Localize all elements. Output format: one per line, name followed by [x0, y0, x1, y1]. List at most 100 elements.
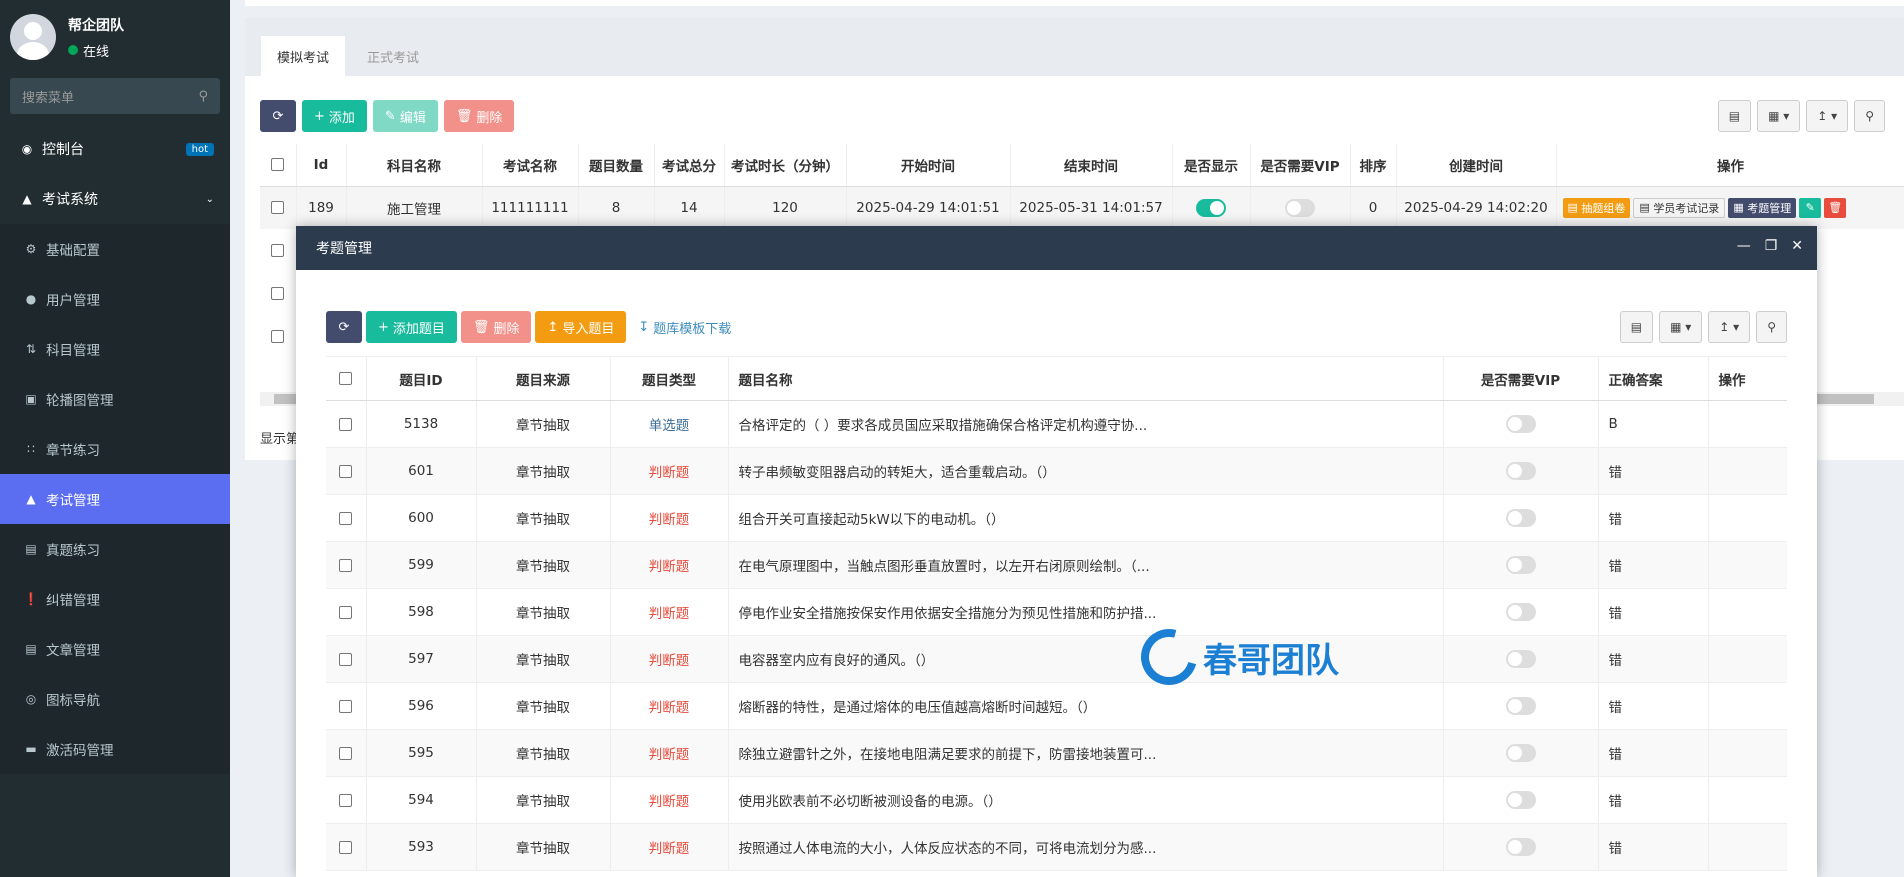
- table-row[interactable]: 601 章节抽取 判断题 转子串频敏变阻器启动的转矩大，适合重载启动。（） 错: [326, 447, 1787, 495]
- table-row[interactable]: 593 章节抽取 判断题 按照通过人体电流的大小，人体反应状态的不同，可将电流划分为感…: [326, 823, 1787, 871]
- col-type[interactable]: 题目类型: [610, 356, 729, 401]
- modal-export-button[interactable]: ↥ ▾: [1708, 311, 1751, 343]
- toggle-view-button[interactable]: ▤: [1717, 100, 1752, 132]
- add-question-button[interactable]: + 添加题目: [366, 311, 457, 343]
- col-exam-name[interactable]: 考试名称: [482, 144, 579, 187]
- col-visible[interactable]: 是否显示: [1172, 144, 1251, 187]
- avatar[interactable]: [10, 14, 56, 60]
- col-duration[interactable]: 考试时长（分钟）: [724, 144, 847, 187]
- vip-toggle[interactable]: [1505, 509, 1536, 527]
- vip-toggle[interactable]: [1505, 603, 1536, 621]
- exam-record-button[interactable]: ▤ 学员考试记录: [1633, 197, 1726, 218]
- vip-toggle[interactable]: [1285, 198, 1315, 217]
- col-sort[interactable]: 排序: [1350, 144, 1397, 187]
- table-row[interactable]: 599 章节抽取 判断题 在电气原理图中，当触点图形垂直放置时，以左开右闭原则绘制。（…: [326, 541, 1787, 589]
- export-button[interactable]: ↥ ▾: [1806, 100, 1849, 132]
- row-checkbox[interactable]: [339, 840, 353, 854]
- row-checkbox[interactable]: [271, 244, 285, 257]
- row-checkbox[interactable]: [339, 464, 353, 478]
- col-question-id[interactable]: 题目ID: [366, 356, 477, 401]
- table-row[interactable]: 600 章节抽取 判断题 组合开关可直接起动5kW以下的电动机。（） 错: [326, 494, 1787, 542]
- row-checkbox[interactable]: [339, 558, 353, 572]
- col-end-time[interactable]: 结束时间: [1010, 144, 1173, 187]
- col-answer[interactable]: 正确答案: [1598, 356, 1709, 401]
- edit-button[interactable]: ✎ 编辑: [372, 100, 438, 132]
- sidebar-item-activation-codes[interactable]: ▬ 激活码管理: [0, 724, 230, 774]
- col-vip[interactable]: 是否需要VIP: [1250, 144, 1351, 187]
- modal-search-button[interactable]: ⚲: [1756, 311, 1787, 343]
- draw-paper-button[interactable]: ▤ 抽题组卷: [1562, 197, 1631, 218]
- add-button[interactable]: + 添加: [302, 100, 367, 132]
- edit-row-button[interactable]: ✎: [1799, 197, 1822, 218]
- minimize-icon[interactable]: —: [1737, 238, 1751, 254]
- sidebar-item-exam-management[interactable]: ▲ 考试管理: [0, 474, 230, 524]
- question-manage-button[interactable]: ▦ 考题管理: [1728, 197, 1797, 218]
- sidebar-item-chapter-practice[interactable]: ∷ 章节练习: [0, 424, 230, 474]
- row-checkbox[interactable]: [339, 511, 353, 525]
- table-row[interactable]: 594 章节抽取 判断题 使用兆欧表前不必切断被测设备的电源。（） 错: [326, 776, 1787, 824]
- vip-toggle[interactable]: [1505, 744, 1536, 762]
- sidebar-item-corrections[interactable]: ❗ 纠错管理: [0, 574, 230, 624]
- sidebar-item-carousel[interactable]: ▣ 轮播图管理: [0, 374, 230, 424]
- template-download-link[interactable]: ↧ 题库模板下载: [630, 311, 739, 343]
- visible-toggle[interactable]: [1196, 198, 1226, 217]
- modal-delete-button[interactable]: 🗑 删除: [460, 311, 532, 343]
- row-checkbox[interactable]: [339, 652, 353, 666]
- delete-row-button[interactable]: 🗑: [1824, 197, 1847, 218]
- modal-toggle-view-button[interactable]: ▤: [1619, 311, 1654, 343]
- vip-toggle[interactable]: [1505, 415, 1536, 433]
- table-row[interactable]: 5138 章节抽取 单选题 合格评定的（ ）要求各成员国应采取措施确保合格评定机构遵守…: [326, 400, 1787, 448]
- sidebar-item-real-questions[interactable]: ▤ 真题练习: [0, 524, 230, 574]
- vip-toggle[interactable]: [1505, 650, 1536, 668]
- row-checkbox[interactable]: [339, 746, 353, 760]
- row-checkbox[interactable]: [339, 605, 353, 619]
- vip-toggle[interactable]: [1505, 791, 1536, 809]
- row-checkbox[interactable]: [271, 330, 285, 343]
- row-checkbox[interactable]: [339, 699, 353, 713]
- table-row[interactable]: 596 章节抽取 判断题 熔断器的特性，是通过熔体的电压值越高熔断时间越短。（） 错: [326, 682, 1787, 730]
- refresh-button[interactable]: ⟳: [260, 100, 296, 132]
- select-all-checkbox[interactable]: [339, 372, 353, 385]
- delete-button[interactable]: 🗑 删除: [443, 100, 515, 132]
- maximize-icon[interactable]: ❐: [1765, 238, 1778, 254]
- col-id[interactable]: Id: [296, 144, 347, 187]
- col-subject[interactable]: 科目名称: [346, 144, 483, 187]
- vip-toggle[interactable]: [1505, 697, 1536, 715]
- row-checkbox[interactable]: [271, 201, 285, 215]
- modal-refresh-button[interactable]: ⟳: [326, 311, 362, 343]
- row-checkbox[interactable]: [339, 417, 353, 431]
- col-created[interactable]: 创建时间: [1396, 144, 1557, 187]
- table-row[interactable]: 595 章节抽取 判断题 除独立避雷针之外，在接地电阻满足要求的前提下，防雷接地装置可…: [326, 729, 1787, 777]
- col-vip[interactable]: 是否需要VIP: [1443, 356, 1599, 401]
- tab-mock-exam[interactable]: 模拟考试: [261, 36, 346, 76]
- select-all-checkbox[interactable]: [271, 158, 285, 172]
- sidebar-item-users[interactable]: ● 用户管理: [0, 274, 230, 324]
- import-questions-button[interactable]: ↥ 导入题目: [535, 311, 627, 343]
- row-checkbox[interactable]: [271, 287, 285, 300]
- columns-button[interactable]: ▦ ▾: [1757, 100, 1801, 132]
- col-question-name[interactable]: 题目名称: [728, 356, 1444, 401]
- sidebar-item-dashboard[interactable]: ◉ 控制台 hot: [0, 124, 230, 174]
- table-row[interactable]: 189 施工管理 111111111 8 14 120 2025-04-29 1…: [260, 186, 1904, 229]
- tab-formal-exam[interactable]: 正式考试: [351, 36, 435, 76]
- vip-toggle[interactable]: [1505, 556, 1536, 574]
- sidebar-item-exam-system[interactable]: ▲ 考试系统 ⌄: [0, 174, 230, 224]
- row-checkbox[interactable]: [339, 793, 353, 807]
- vip-toggle[interactable]: [1505, 462, 1536, 480]
- search-button[interactable]: ⚲: [1854, 100, 1885, 132]
- sidebar-item-articles[interactable]: ▤ 文章管理: [0, 624, 230, 674]
- col-source[interactable]: 题目来源: [476, 356, 611, 401]
- table-row[interactable]: 598 章节抽取 判断题 停电作业安全措施按保安作用依据安全措施分为预见性措施和防护措…: [326, 588, 1787, 636]
- col-start-time[interactable]: 开始时间: [846, 144, 1011, 187]
- modal-columns-button[interactable]: ▦ ▾: [1659, 311, 1703, 343]
- sidebar-item-basic-config[interactable]: ⚙ 基础配置: [0, 224, 230, 274]
- vip-toggle[interactable]: [1505, 838, 1536, 856]
- sidebar-item-subjects[interactable]: ⇅ 科目管理: [0, 324, 230, 374]
- table-row[interactable]: 597 章节抽取 判断题 电容器室内应有良好的通风。（）错: [326, 635, 1787, 683]
- col-question-count[interactable]: 题目数量: [578, 144, 655, 187]
- close-icon[interactable]: ✕: [1791, 238, 1803, 254]
- col-total-score[interactable]: 考试总分: [654, 144, 725, 187]
- search-icon[interactable]: ⚲: [198, 89, 208, 104]
- search-menu-input[interactable]: 搜索菜单 ⚲: [10, 78, 220, 114]
- sidebar-item-icon-nav[interactable]: ◎ 图标导航: [0, 674, 230, 724]
